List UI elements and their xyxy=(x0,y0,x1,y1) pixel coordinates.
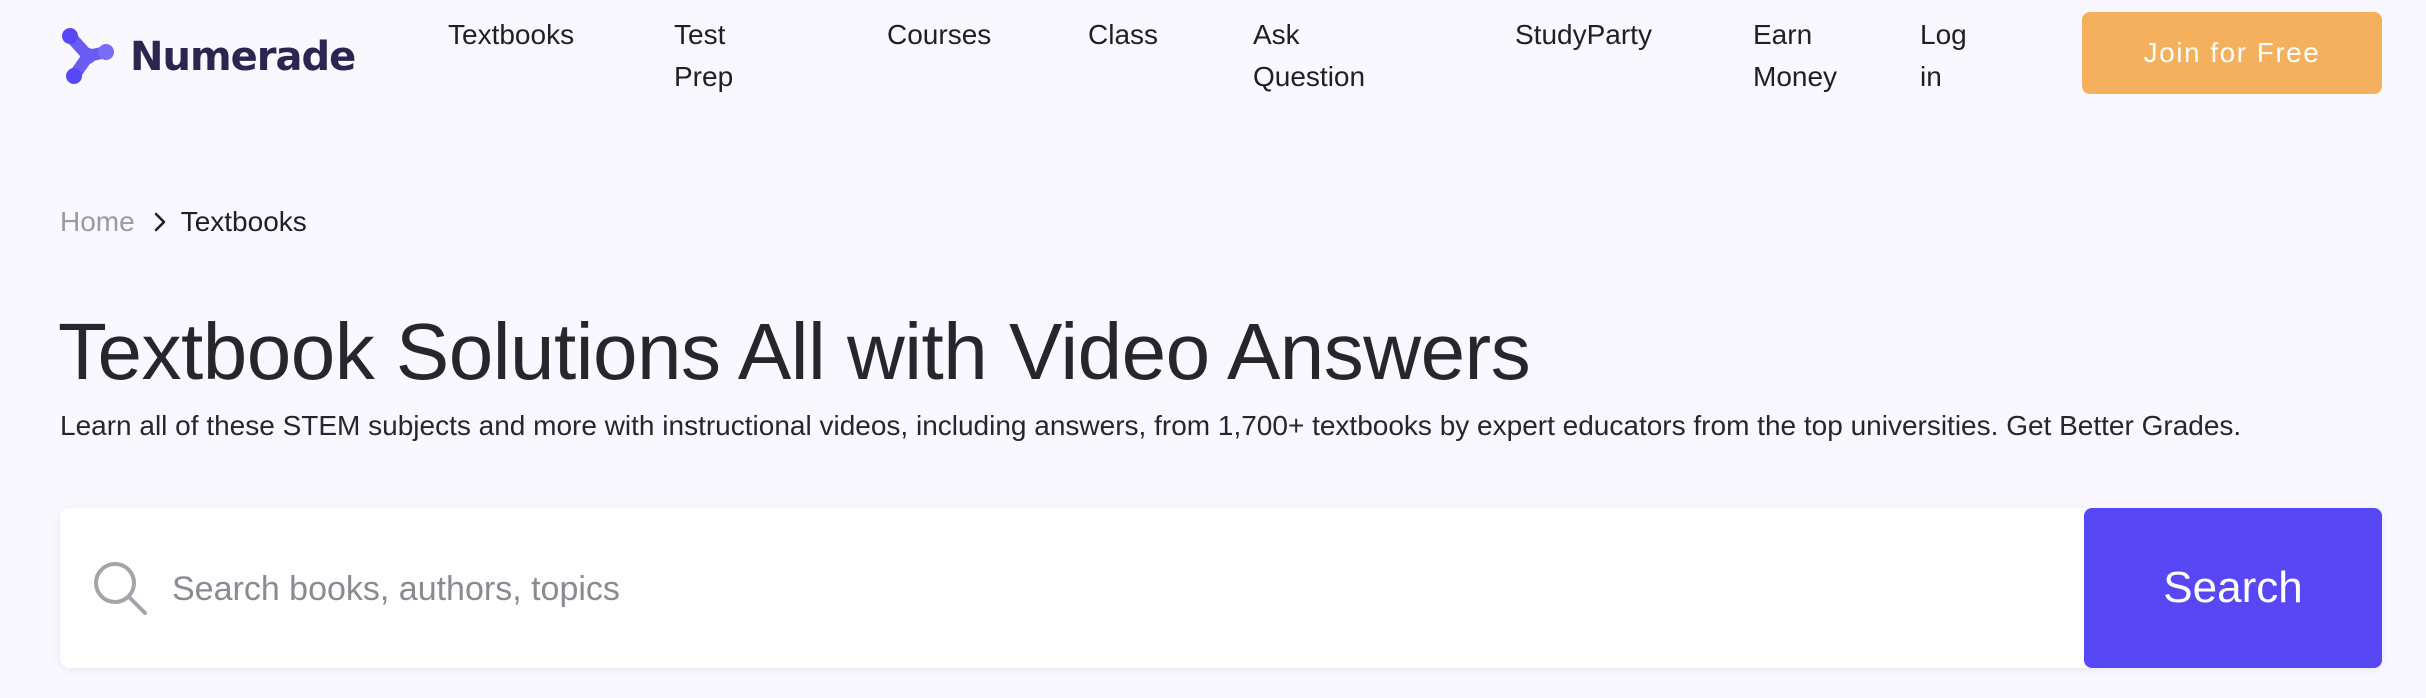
search-button[interactable]: Search xyxy=(2084,508,2382,668)
nav-studyparty[interactable]: StudyParty xyxy=(1515,14,1652,56)
page-subtitle: Learn all of these STEM subjects and mor… xyxy=(60,410,2242,441)
search-input[interactable] xyxy=(170,548,1974,630)
logo[interactable]: Numerade xyxy=(58,26,356,88)
nav-class[interactable]: Class xyxy=(1088,14,1158,56)
nav-log-in[interactable]: Log in xyxy=(1920,14,1980,98)
breadcrumb-current: Textbooks xyxy=(180,206,307,237)
search-bar: Search xyxy=(60,508,2382,668)
breadcrumb-home[interactable]: Home xyxy=(60,206,135,238)
nav-test-prep[interactable]: Test Prep xyxy=(674,14,774,98)
nav-ask-question[interactable]: Ask Question xyxy=(1253,14,1365,98)
search-icon xyxy=(94,562,147,615)
page: Numerade Textbooks Test Prep Courses Cla… xyxy=(0,0,2426,698)
nav-earn-money[interactable]: Earn Money xyxy=(1753,14,1853,98)
nav-courses[interactable]: Courses xyxy=(887,14,991,56)
numerade-logo-icon xyxy=(62,28,114,84)
page-title: Textbook Solutions All with Video Answer… xyxy=(58,307,1531,396)
logo-text: Numerade xyxy=(130,34,356,80)
breadcrumb: Home Textbooks xyxy=(60,206,307,238)
join-for-free-button[interactable]: Join for Free xyxy=(2082,12,2382,94)
chevron-right-icon xyxy=(154,212,166,232)
nav-textbooks[interactable]: Textbooks xyxy=(448,14,574,56)
